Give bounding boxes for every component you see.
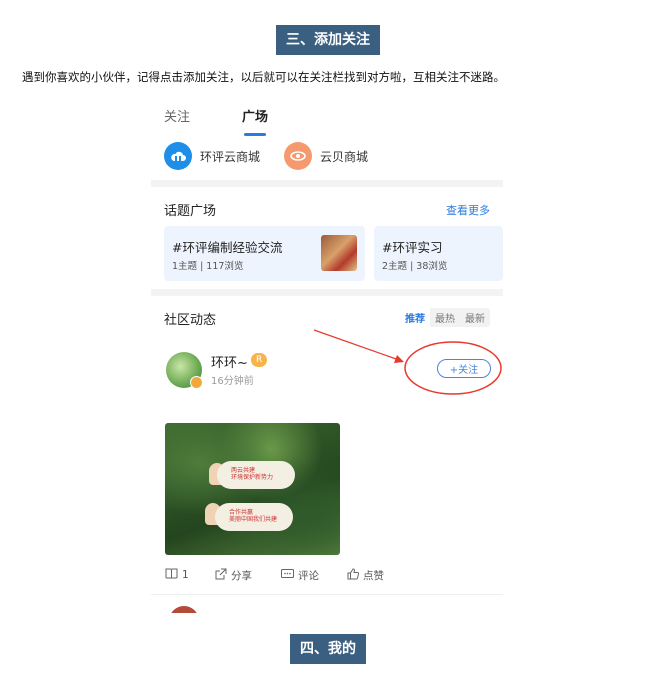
intro-paragraph: 遇到你喜欢的小伙伴，记得点击添加关注，以后就可以在关注栏找到对方啦，互相关注不迷… bbox=[22, 70, 505, 84]
share-icon bbox=[215, 568, 227, 583]
shop-name: 云贝商城 bbox=[320, 149, 369, 164]
comment-icon bbox=[281, 568, 294, 583]
topic-thumbnail bbox=[321, 235, 357, 271]
active-tab-indicator bbox=[244, 133, 266, 136]
topic-card[interactable]: #环评实习 2主题 | 38浏览 bbox=[374, 226, 503, 281]
comment-button[interactable]: 评论 bbox=[281, 568, 319, 583]
topic-title: #环评实习 bbox=[382, 240, 443, 255]
topic-title: #环评编制经验交流 bbox=[172, 240, 283, 255]
post-divider bbox=[151, 594, 503, 595]
shop-entry-huanping[interactable]: 环评云商城 bbox=[164, 142, 260, 170]
like-label: 点赞 bbox=[363, 570, 384, 582]
section-gap bbox=[151, 180, 503, 187]
sign-line: 合作共赢 bbox=[229, 509, 254, 516]
tab-square[interactable]: 广场 bbox=[242, 106, 268, 125]
follow-button[interactable]: +关注 bbox=[437, 359, 491, 378]
speech-sign: 两云共建 环境保护新势力 bbox=[217, 461, 295, 489]
community-title: 社区动态 bbox=[164, 313, 217, 328]
sign-line: 美丽中国我们共建 bbox=[229, 516, 278, 523]
post-actions: 1 分享 评论 点赞 bbox=[165, 568, 495, 584]
section-heading-mine: 四、我的 bbox=[290, 634, 366, 664]
filter-recommended[interactable]: 推荐 bbox=[400, 308, 430, 327]
post-image[interactable]: 两云共建 环境保护新势力 合作共赢 美丽中国我们共建 bbox=[165, 423, 340, 555]
sign-line: 两云共建 bbox=[231, 467, 256, 474]
pages-count: 1 bbox=[182, 569, 189, 581]
like-button[interactable]: 点赞 bbox=[347, 568, 384, 583]
topic-card[interactable]: #环评编制经验交流 1主题 | 117浏览 bbox=[164, 226, 365, 281]
feed-filter: 推荐 最热 最新 bbox=[400, 308, 490, 327]
see-more-link[interactable]: 查看更多 bbox=[446, 202, 490, 218]
section-heading-add-follow: 三、添加关注 bbox=[276, 25, 380, 55]
share-button[interactable]: 分享 bbox=[215, 568, 252, 583]
cloud-icon bbox=[164, 142, 192, 170]
share-label: 分享 bbox=[231, 570, 252, 582]
eye-icon bbox=[284, 142, 312, 170]
tab-follow[interactable]: 关注 bbox=[164, 106, 190, 125]
app-screenshot: 关注 广场 环评云商城 云贝商城 话题广场 查看更多 #环评编制经验交流 1主题… bbox=[151, 98, 503, 613]
section-gap bbox=[151, 289, 503, 296]
shop-name: 环评云商城 bbox=[200, 149, 261, 164]
verified-badge-icon bbox=[190, 376, 203, 389]
avatar[interactable] bbox=[169, 606, 199, 613]
pages-action[interactable]: 1 bbox=[165, 568, 189, 582]
shop-entry-yunbei[interactable]: 云贝商城 bbox=[284, 142, 368, 170]
level-badge: R bbox=[251, 353, 268, 367]
speech-sign: 合作共赢 美丽中国我们共建 bbox=[215, 503, 293, 531]
post-time: 16分钟前 bbox=[211, 376, 254, 387]
filter-latest[interactable]: 最新 bbox=[460, 308, 490, 327]
sign-line: 环境保护新势力 bbox=[231, 474, 274, 481]
filter-hot[interactable]: 最热 bbox=[430, 308, 460, 327]
comment-label: 评论 bbox=[298, 570, 319, 582]
topic-stats: 2主题 | 38浏览 bbox=[382, 261, 448, 272]
avatar[interactable] bbox=[166, 352, 203, 389]
thumbs-up-icon bbox=[347, 568, 360, 583]
post-author[interactable]: 环环~ bbox=[211, 352, 248, 371]
topic-stats: 1主题 | 117浏览 bbox=[172, 261, 244, 272]
topics-title: 话题广场 bbox=[164, 204, 217, 219]
book-icon bbox=[165, 568, 178, 582]
